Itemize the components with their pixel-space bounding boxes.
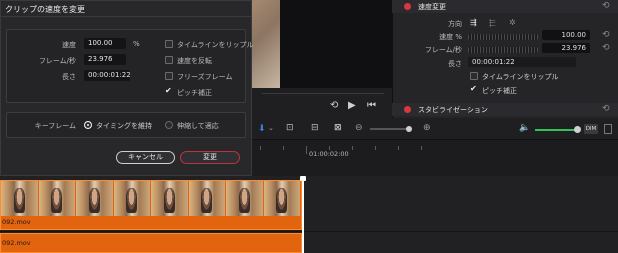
thumbnail: [151, 181, 188, 216]
ruler-tick: [260, 146, 261, 150]
reset-icon[interactable]: ⟲: [602, 105, 610, 114]
viewer-scrubber[interactable]: [262, 93, 384, 94]
freeze-frame-label: フリーズフレーム: [177, 73, 233, 81]
preserve-timing-radio[interactable]: [84, 121, 92, 129]
duration-label: 長さ: [448, 60, 462, 68]
ruler-tick: [352, 146, 353, 150]
cancel-button[interactable]: キャンセル: [116, 151, 175, 164]
meter-icon[interactable]: [604, 124, 612, 134]
zoom-custom-icon[interactable]: ⊠: [334, 123, 342, 133]
thumbnail: [226, 181, 263, 216]
thumbnail: [76, 181, 113, 216]
reset-icon[interactable]: ⟲: [602, 31, 610, 40]
viewer-canvas: [280, 0, 392, 88]
zoom-full-icon[interactable]: ⊡: [286, 123, 294, 133]
dialog-title: クリップの速度を変更: [5, 5, 85, 14]
fps-field[interactable]: 23.976: [542, 43, 590, 53]
pitch-label: ピッチ補正: [482, 87, 517, 95]
ripple-timeline-label: タイムラインをリップル: [177, 41, 254, 49]
speed-percent-field[interactable]: 100.00: [542, 30, 590, 40]
volume-knob[interactable]: [574, 126, 581, 133]
thumbnail: [113, 181, 150, 216]
zoom-slider-knob[interactable]: [406, 126, 412, 132]
speaker-icon[interactable]: 🔈: [519, 123, 530, 133]
dim-button[interactable]: DIM: [584, 124, 598, 134]
speed-slider[interactable]: [468, 34, 538, 40]
duration-field[interactable]: 00:00:01:22: [84, 70, 131, 81]
forward-arrow-icon[interactable]: ⇶: [470, 18, 477, 27]
chevron-down-icon[interactable]: ⌄: [268, 124, 274, 132]
thumbnail: [38, 181, 75, 216]
keyframes-label: キーフレーム: [34, 122, 76, 130]
ripple-checkbox[interactable]: [470, 72, 478, 80]
reset-icon[interactable]: ⟲: [602, 2, 610, 11]
ruler-timecode: 01:00:02:00: [309, 150, 349, 158]
freeze-icon[interactable]: ✲: [509, 18, 516, 27]
stabilization-section-title: スタビライゼーション: [418, 106, 488, 114]
title-divider: [0, 16, 252, 17]
skip-to-end-icon[interactable]: ⏮: [367, 101, 376, 111]
reverse-speed-checkbox[interactable]: [165, 56, 173, 64]
video-clip-name: 092.mov: [2, 218, 31, 226]
ruler-tick: [398, 146, 399, 150]
stretch-to-fit-label: 伸縮して適応: [177, 122, 219, 130]
pitch-correction-checkbox[interactable]: ✔: [165, 87, 173, 95]
ruler-tick: [283, 146, 284, 150]
direction-label: 方向: [448, 20, 462, 28]
ripple-timeline-checkbox[interactable]: [165, 40, 173, 48]
change-button[interactable]: 変更: [180, 151, 240, 164]
fps-slider[interactable]: [468, 47, 538, 53]
fps-label: フレーム/秒: [424, 46, 462, 54]
preserve-timing-label: タイミングを維持: [96, 122, 152, 130]
pitch-checkbox[interactable]: ✔: [470, 85, 478, 93]
zoom-in-icon[interactable]: ⊕: [423, 123, 431, 133]
ruler-tick: [375, 146, 376, 150]
thumbnail: [188, 181, 225, 216]
freeze-frame-checkbox[interactable]: [165, 72, 173, 80]
speed-section-title: 速度変更: [418, 3, 446, 11]
speed-percent-label: 速度 %: [439, 33, 462, 41]
speed-unit: %: [133, 40, 140, 48]
audio-clip-name: 092.mov: [2, 239, 31, 247]
flag-icon[interactable]: ⬇: [258, 124, 266, 134]
duration-label: 長さ: [62, 73, 76, 81]
stretch-to-fit-radio[interactable]: [165, 121, 173, 129]
thumbnail: [1, 181, 38, 216]
playhead[interactable]: [302, 176, 304, 253]
play-icon[interactable]: ▶: [348, 101, 356, 111]
thumbnail: [263, 181, 300, 216]
volume-slider[interactable]: [535, 129, 577, 131]
section-enable-dot[interactable]: [404, 3, 411, 10]
duration-field[interactable]: 00:00:01:22: [468, 57, 576, 67]
fps-label: フレーム/秒: [38, 57, 76, 65]
playhead-handle[interactable]: [300, 176, 306, 181]
ripple-label: タイムラインをリップル: [482, 73, 559, 81]
reverse-speed-label: 速度を反転: [177, 57, 212, 65]
ruler-tick: [421, 146, 422, 150]
ruler-tick: [306, 146, 307, 154]
speed-field[interactable]: 100.00: [84, 38, 126, 49]
reverse-arrow-icon[interactable]: ⬱: [489, 18, 495, 28]
zoom-detail-icon[interactable]: ⊟: [311, 123, 319, 133]
track-divider: [0, 231, 618, 232]
audio-clip[interactable]: [0, 233, 302, 253]
pitch-correction-label: ピッチ補正: [177, 89, 212, 97]
fps-field[interactable]: 23.976: [84, 54, 126, 65]
zoom-out-icon[interactable]: ⊖: [355, 123, 363, 133]
loop-icon[interactable]: ⟲: [330, 101, 338, 111]
clip-thumbnails: [1, 181, 301, 216]
reset-icon[interactable]: ⟲: [602, 44, 610, 53]
section-enable-dot[interactable]: [404, 106, 411, 113]
speed-label: 速度: [62, 41, 76, 49]
zoom-slider[interactable]: [370, 128, 410, 130]
